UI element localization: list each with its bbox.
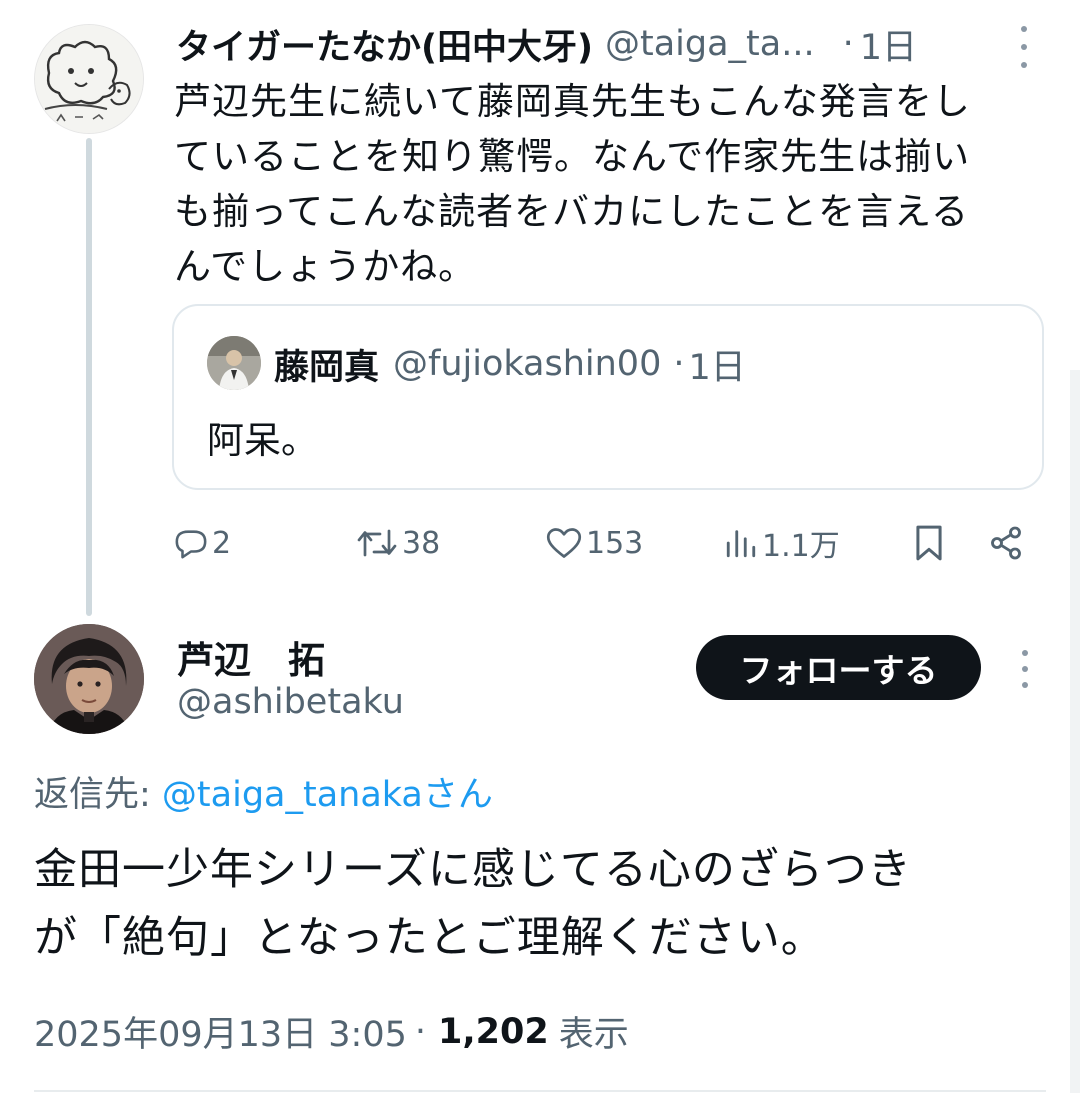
person-photo-icon [34,624,144,734]
more-options-icon[interactable] [1014,650,1036,688]
quoted-tweet-text: 阿呆。 [207,419,318,462]
bookmark-icon [916,525,942,561]
view-count: 1,202 [438,1011,549,1052]
cat-doodle-avatar-icon [35,25,143,133]
tweet-text-line: が「絶句」となったとご理解ください。 [34,913,825,963]
author-display-name[interactable]: 芦辺 拓 [177,630,325,684]
author-handle[interactable]: @taiga_ta... [605,24,815,64]
reply-button[interactable]: 2 [174,514,231,572]
tweet-text-line: んでしょうかね。 [174,245,477,288]
avatar[interactable] [34,624,144,734]
quoted-tweet-card[interactable]: 藤岡真 @fujiokashin00 · 1日 阿呆。 [172,304,1044,490]
author-handle[interactable]: @ashibetaku [177,682,404,722]
view-label: 表示 [558,1015,629,1055]
separator-dot: · [673,344,685,384]
separator-dot: · [842,24,854,64]
tweet-header: タイガーたなか(田中大牙) @taiga_ta... · 1日 [176,18,1046,70]
reply-count: 2 [212,525,232,561]
thread-connector-line [86,138,92,616]
tweet-text-line: も揃ってこんな読者をバカにしたことを言える [174,190,970,233]
views-chart-icon [726,530,756,558]
avatar[interactable] [34,24,144,134]
like-button[interactable]: 153 [546,514,643,572]
author-display-name[interactable]: タイガーたなか(田中大牙) [176,19,593,70]
tweet-text-line: 芦辺先生に続いて藤岡真先生もこんな発言をし [174,80,971,123]
person-photo-icon [207,336,261,390]
retweet-icon [357,529,397,557]
share-icon [991,526,1021,560]
views-count: 1.1万 [762,529,840,564]
tweet-text: 金田一少年シリーズに感じてる心のざらつき が「絶句」となったとご理解ください。 [34,836,1044,972]
views-button[interactable]: 1.1万 [724,514,840,572]
scrollbar-track[interactable] [1070,370,1080,1093]
tweet-metadata: 2025年09月13日 3:05 · 1,202 表示 [34,1006,629,1057]
heart-icon [546,528,582,558]
tweet-text-line: ていることを知り驚愕。なんで作家先生は揃い [174,135,971,178]
share-button[interactable] [988,514,1024,572]
more-options-icon[interactable] [1012,26,1036,68]
tweet-timestamp[interactable]: 2025年09月13日 3:05 [34,1006,407,1057]
like-count: 153 [586,525,644,561]
replying-to: 返信先: @taiga_tanakaさん [34,766,493,817]
quoted-tweet-header: 藤岡真 @fujiokashin00 · 1日 [274,336,746,392]
follow-button[interactable]: フォローする [696,635,981,700]
replying-to-handle-link[interactable]: @taiga_tanakaさん [162,775,493,815]
quoted-time: 1日 [688,347,746,388]
quoted-handle: @fujiokashin00 [393,344,662,384]
separator-dot: · [414,1011,427,1052]
divider [34,1090,1046,1092]
bookmark-button[interactable] [912,514,946,572]
reply-icon [175,530,207,559]
retweet-count: 38 [402,525,441,561]
quoted-avatar [207,336,261,390]
tweet-time[interactable]: 1日 [860,19,917,70]
quoted-display-name: 藤岡真 [274,347,380,388]
retweet-button[interactable]: 38 [356,514,440,572]
tweet-text: 芦辺先生に続いて藤岡真先生もこんな発言をし ていることを知り驚愕。なんで作家先生… [174,74,1044,294]
replying-to-label: 返信先: [34,775,162,815]
tweet-text-line: 金田一少年シリーズに感じてる心のざらつき [34,845,912,895]
